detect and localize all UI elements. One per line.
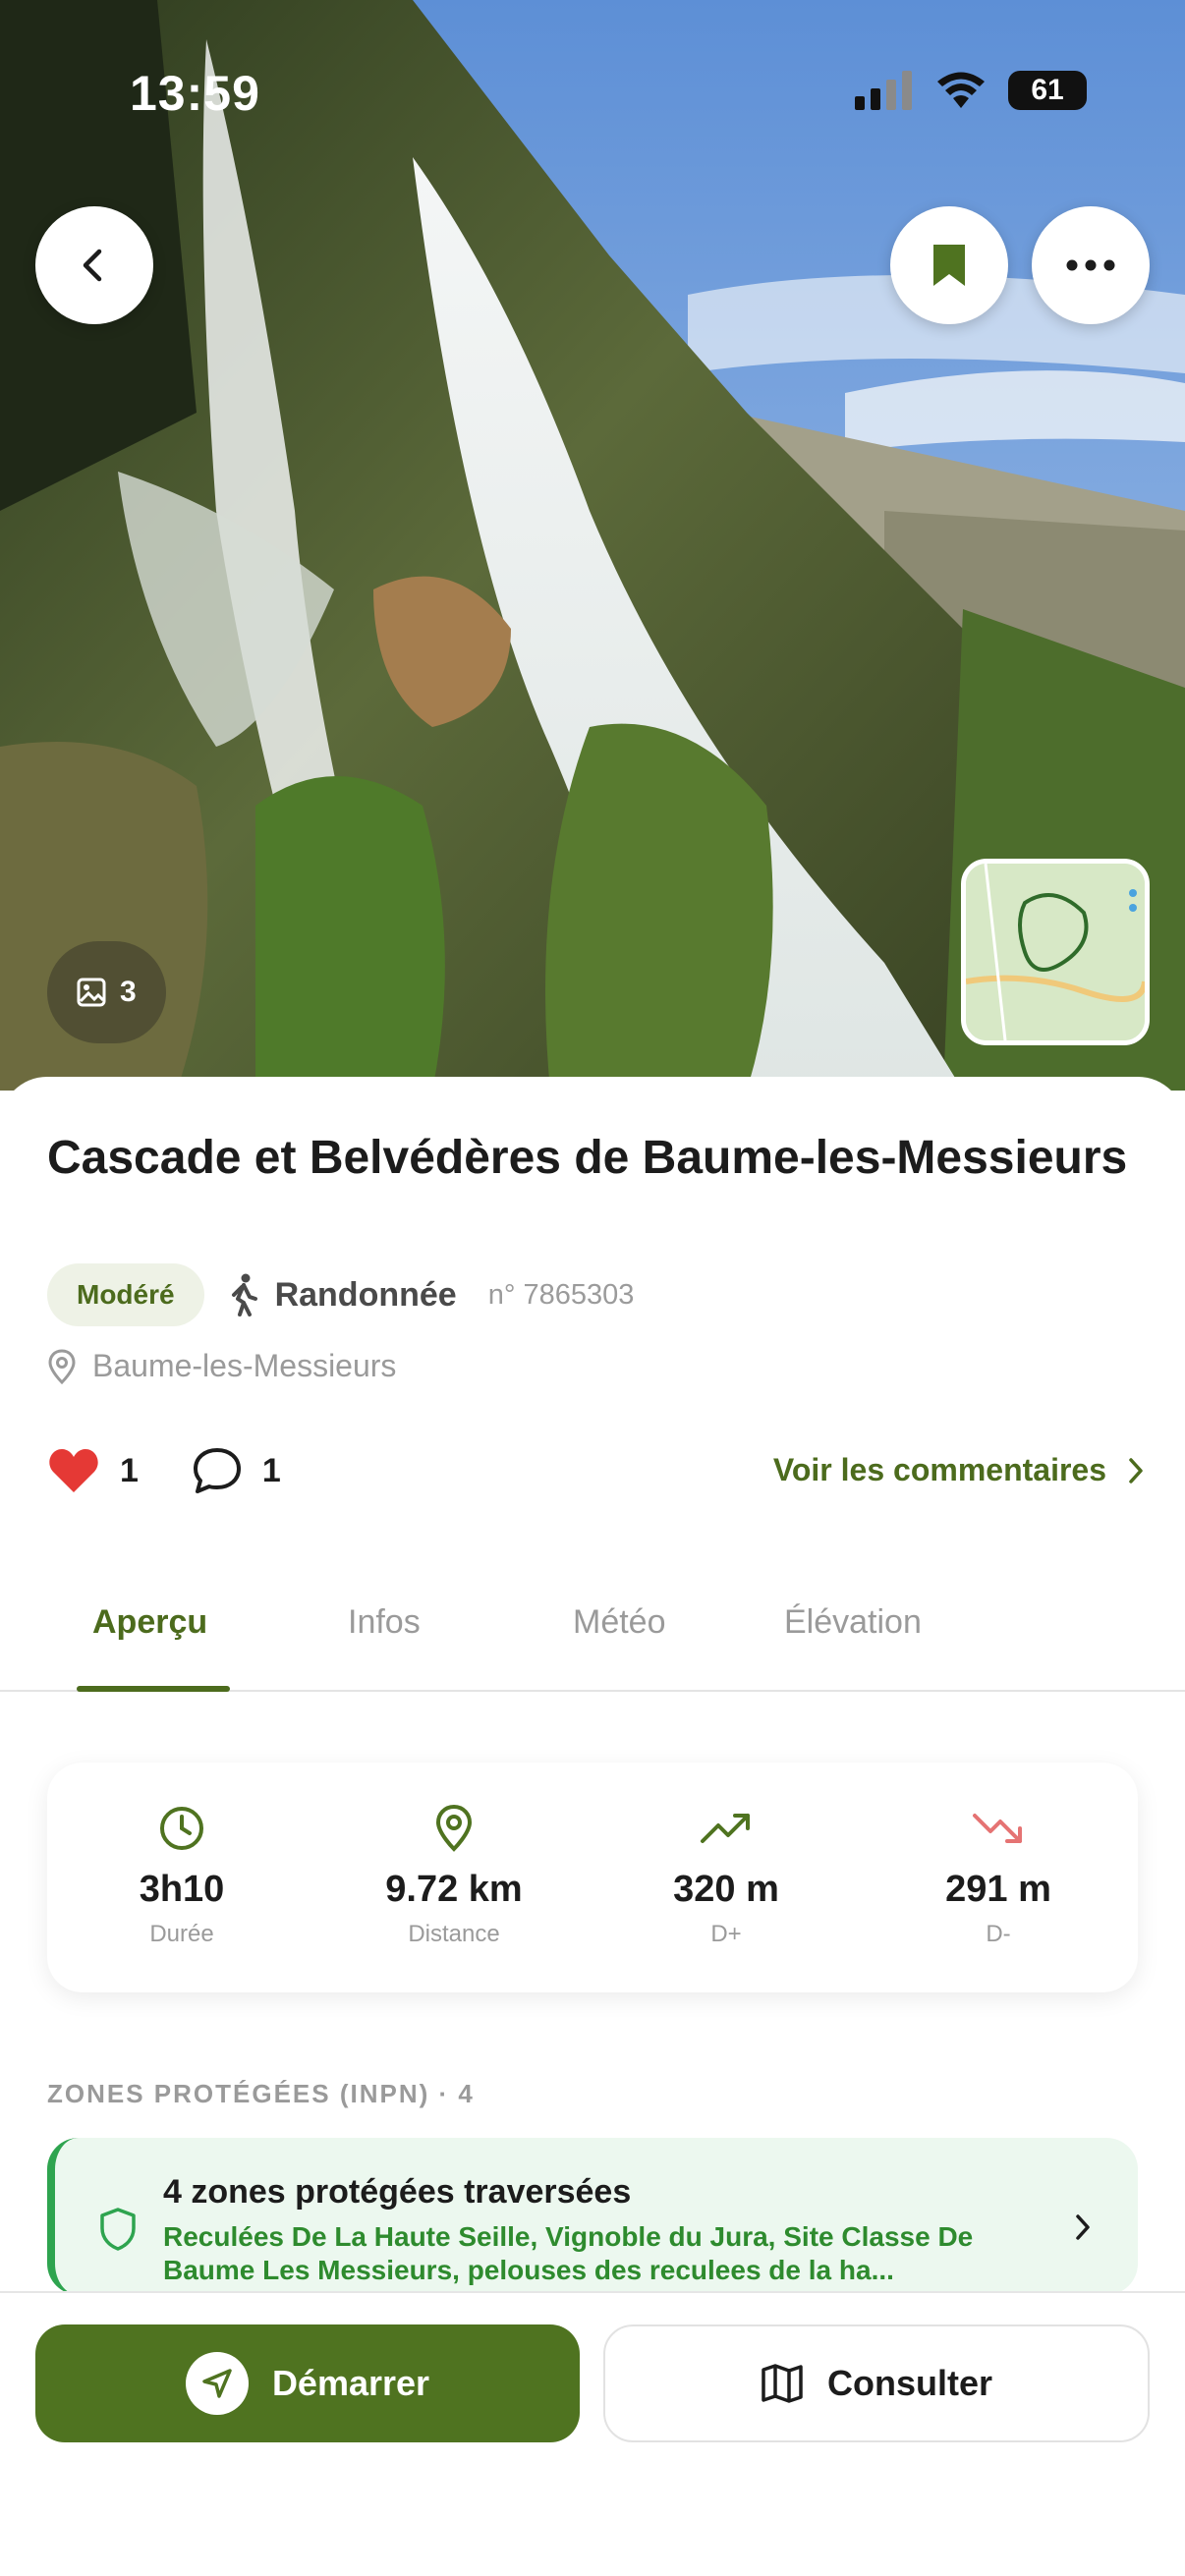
back-button[interactable]: [35, 206, 153, 324]
stat-ascent-value: 320 m: [673, 1869, 779, 1910]
comment-button[interactable]: 1: [192, 1446, 281, 1495]
route-title: Cascade et Belvédères de Baume-les-Messi…: [47, 1132, 1128, 1184]
wifi-icon: [937, 72, 985, 108]
photo-gallery-button[interactable]: 3: [47, 941, 166, 1043]
stat-ascent: 320 m D+: [608, 1802, 844, 1948]
trending-down-icon: [973, 1814, 1022, 1843]
hiker-icon: [231, 1273, 257, 1316]
hero-image[interactable]: 13:59 61 3: [0, 0, 1185, 1091]
activity-type: Randonnée: [228, 1273, 457, 1316]
more-options-button[interactable]: [1032, 206, 1150, 324]
protected-zones-title: 4 zones protégées traversées: [163, 2173, 632, 2211]
shield-icon: [100, 2208, 136, 2251]
comment-count: 1: [261, 1451, 281, 1489]
stat-distance: 9.72 km Distance: [336, 1802, 572, 1948]
route-number: n° 7865303: [487, 1278, 635, 1311]
chevron-left-icon: [83, 249, 102, 282]
image-icon: [77, 978, 106, 1007]
status-time: 13:59: [130, 66, 260, 121]
route-stats-card: 3h10 Durée 9.72 km Distance 320 m D+ 291…: [47, 1763, 1138, 1992]
tab-bar: Aperçu Infos Météo Élévation: [0, 1578, 1185, 1692]
location-pin-icon: [435, 1804, 473, 1852]
ellipsis-icon: [1066, 259, 1115, 271]
tab-meteo[interactable]: Météo: [573, 1603, 666, 1642]
stat-ascent-label: D+: [710, 1921, 742, 1947]
stat-descent-value: 291 m: [945, 1869, 1051, 1910]
tab-apercu[interactable]: Aperçu: [92, 1603, 207, 1642]
trending-up-icon: [701, 1814, 750, 1843]
tab-elevation[interactable]: Élévation: [784, 1603, 922, 1642]
consult-button[interactable]: Consulter: [603, 2324, 1150, 2442]
like-count: 1: [120, 1451, 139, 1489]
tab-infos[interactable]: Infos: [348, 1603, 421, 1642]
bottom-action-bar: Démarrer Consulter: [0, 2291, 1185, 2576]
comment-bubble-icon: [193, 1448, 241, 1493]
map-preview-image: [966, 864, 1145, 1040]
heart-icon: [49, 1449, 98, 1492]
bookmark-button[interactable]: [890, 206, 1008, 324]
stat-distance-label: Distance: [408, 1921, 500, 1947]
activity-label: Randonnée: [274, 1275, 457, 1314]
like-button[interactable]: 1: [47, 1447, 139, 1494]
active-tab-indicator: [77, 1686, 230, 1692]
stat-descent-label: D-: [986, 1921, 1011, 1947]
protected-zones-card[interactable]: 4 zones protégées traversées Reculées De…: [47, 2138, 1138, 2295]
start-button[interactable]: Démarrer: [35, 2324, 580, 2442]
view-comments-label: Voir les commentaires: [772, 1452, 1106, 1487]
map-icon: [762, 2364, 803, 2403]
status-bar: 13:59 61: [0, 65, 1185, 124]
stat-duration: 3h10 Durée: [64, 1802, 300, 1948]
bookmark-icon: [933, 245, 965, 286]
photo-count-value: 3: [120, 976, 137, 1008]
stat-descent: 291 m D-: [880, 1802, 1116, 1948]
chevron-right-icon: [1129, 1457, 1143, 1484]
social-stats: 1 1: [47, 1446, 334, 1495]
location-pin-icon: [48, 1348, 76, 1384]
route-meta: Modéré Randonnée n° 7865303: [47, 1263, 634, 1326]
stat-distance-value: 9.72 km: [385, 1869, 523, 1910]
cellular-signal-icon: [855, 71, 912, 110]
clock-icon: [160, 1807, 203, 1850]
navigation-arrow-icon: [185, 2352, 249, 2415]
protected-zones-list: Reculées De La Haute Seille, Vignoble du…: [163, 2221, 974, 2285]
route-map-thumbnail[interactable]: [961, 859, 1150, 1045]
route-location[interactable]: Baume-les-Messieurs: [47, 1348, 396, 1384]
battery-indicator: 61: [1008, 71, 1087, 110]
stat-duration-label: Durée: [149, 1921, 214, 1947]
chevron-right-icon: [1076, 2214, 1090, 2240]
status-indicators: 61: [855, 71, 1087, 110]
start-button-label: Démarrer: [271, 2363, 430, 2403]
location-label: Baume-les-Messieurs: [92, 1348, 397, 1383]
difficulty-badge: Modéré: [47, 1263, 204, 1326]
view-comments-link[interactable]: Voir les commentaires: [773, 1452, 1146, 1488]
consult-button-label: Consulter: [826, 2363, 992, 2403]
protected-zones-heading: ZONES PROTÉGÉES (INPN) · 4: [47, 2079, 475, 2108]
stat-duration-value: 3h10: [139, 1869, 225, 1910]
